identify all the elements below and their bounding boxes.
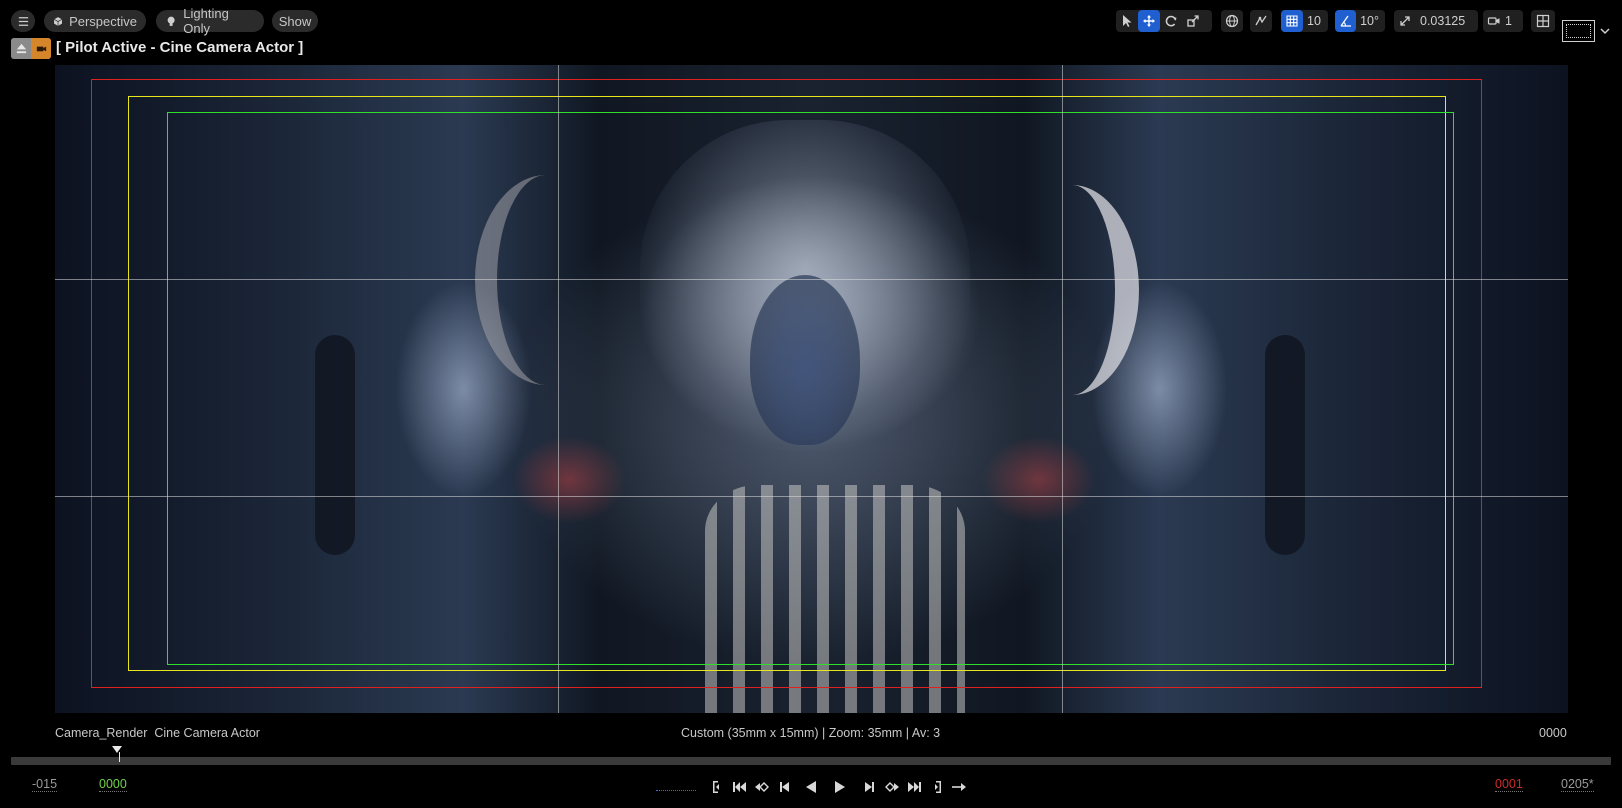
bracket-end-icon (935, 781, 941, 793)
surface-snap-toggle[interactable] (1250, 10, 1272, 32)
step-forward-icon (865, 782, 874, 792)
cube-icon (53, 16, 63, 26)
left-horn (475, 175, 617, 385)
viewport-type-button[interactable]: Perspective (44, 10, 146, 32)
skip-back-icon (733, 782, 746, 792)
rotate-icon (1165, 15, 1177, 27)
menu-button[interactable] (11, 10, 35, 32)
angle-icon (1340, 15, 1351, 27)
eject-pilot-button[interactable] (11, 38, 51, 59)
jump-to-start-button[interactable] (707, 778, 725, 796)
key-forward-icon (885, 782, 899, 792)
play-button[interactable] (831, 778, 849, 796)
view-mode-button[interactable]: Lighting Only (156, 6, 264, 36)
camera-settings-label: Custom (35mm x 15mm) | Zoom: 35mm | Av: … (681, 726, 941, 740)
right-door-panel (1265, 335, 1305, 555)
camera-speed-icon-wrap (1483, 10, 1505, 32)
surface-snap-icon (1255, 15, 1267, 26)
bracket-start-icon (713, 781, 719, 793)
play-reverse-button[interactable] (802, 778, 820, 796)
play-icon (835, 781, 845, 793)
hamburger-icon (18, 16, 28, 26)
cine-camera-icon (31, 38, 51, 59)
grid-snap-toggle[interactable] (1281, 10, 1303, 32)
cursor-icon (1123, 15, 1132, 27)
right-horn (1005, 185, 1139, 395)
scale-snap-toggle[interactable] (1394, 10, 1416, 32)
viewport-render[interactable] (55, 65, 1568, 713)
timeline-start-frame[interactable]: -015 (32, 777, 58, 792)
viewport-layout-button[interactable] (1531, 10, 1555, 32)
play-reverse-icon (806, 781, 816, 793)
globe-icon (1225, 14, 1239, 28)
camera-type: Cine Camera Actor (154, 726, 260, 740)
video-camera-icon (1487, 17, 1500, 25)
left-door-panel (315, 335, 355, 555)
skip-forward-icon (908, 782, 921, 792)
timeline-current-frame[interactable]: 0000 (99, 777, 127, 792)
camera-speed-group[interactable]: 1 (1483, 10, 1523, 32)
step-back-button[interactable] (776, 778, 794, 796)
frame-readout: 0000 (1539, 726, 1567, 740)
select-tool[interactable] (1116, 10, 1138, 32)
previous-keyframe-button[interactable] (753, 778, 771, 796)
rotate-tool[interactable] (1160, 10, 1182, 32)
scale-tool[interactable] (1182, 10, 1204, 32)
show-label: Show (278, 13, 312, 29)
world-local-toggle[interactable] (1221, 10, 1243, 32)
pilot-active-label: [ Pilot Active - Cine Camera Actor ] (56, 39, 304, 56)
camera-name-label: Camera_Render Cine Camera Actor (55, 726, 260, 740)
maximize-viewport-button[interactable] (1562, 20, 1595, 42)
timeline-end-frame[interactable]: 0205* (1561, 777, 1594, 792)
next-keyframe-button[interactable] (883, 778, 901, 796)
move-arrows-icon (1143, 15, 1155, 27)
timeline-selection-end-frame[interactable]: 0001 (1495, 777, 1523, 792)
timeline-scrubber[interactable] (11, 746, 1611, 765)
translate-tool[interactable] (1138, 10, 1160, 32)
grid-snap-group[interactable]: 10 (1281, 10, 1328, 32)
camera-speed-value[interactable]: 1 (1505, 14, 1518, 28)
scale-snap-group[interactable]: 0.03125 (1394, 10, 1478, 32)
key-back-icon (755, 782, 769, 792)
eject-icon (11, 38, 31, 59)
lightbulb-icon (167, 16, 175, 26)
grid-icon (1286, 15, 1298, 27)
rotation-snap-value[interactable]: 10° (1356, 14, 1385, 28)
chevron-down-icon[interactable] (1600, 26, 1610, 36)
rotation-snap-group[interactable]: 10° (1335, 10, 1385, 32)
character-face (750, 275, 860, 445)
show-button[interactable]: Show (272, 10, 318, 32)
step-forward-button[interactable] (860, 778, 878, 796)
camera-name: Camera_Render (55, 726, 148, 740)
jump-to-end-button[interactable] (929, 778, 947, 796)
viewport-type-label: Perspective (69, 13, 137, 29)
scale-snap-value[interactable]: 0.03125 (1416, 14, 1471, 28)
step-back-icon (780, 782, 789, 792)
grid-snap-value[interactable]: 10 (1303, 14, 1327, 28)
scale-icon (1187, 15, 1199, 27)
next-key-button[interactable] (906, 778, 924, 796)
rotation-snap-toggle[interactable] (1335, 10, 1357, 32)
loop-range-indicator[interactable] (656, 790, 696, 791)
bone-necklace (705, 485, 965, 713)
layout-icon (1536, 14, 1550, 28)
arrow-right-icon (952, 783, 966, 791)
scale-snap-icon (1400, 16, 1410, 26)
dotted-frame-icon (1566, 24, 1591, 38)
loop-mode-button[interactable] (948, 778, 970, 796)
transform-tools (1116, 10, 1212, 32)
previous-key-button[interactable] (730, 778, 748, 796)
view-mode-label: Lighting Only (183, 6, 229, 36)
